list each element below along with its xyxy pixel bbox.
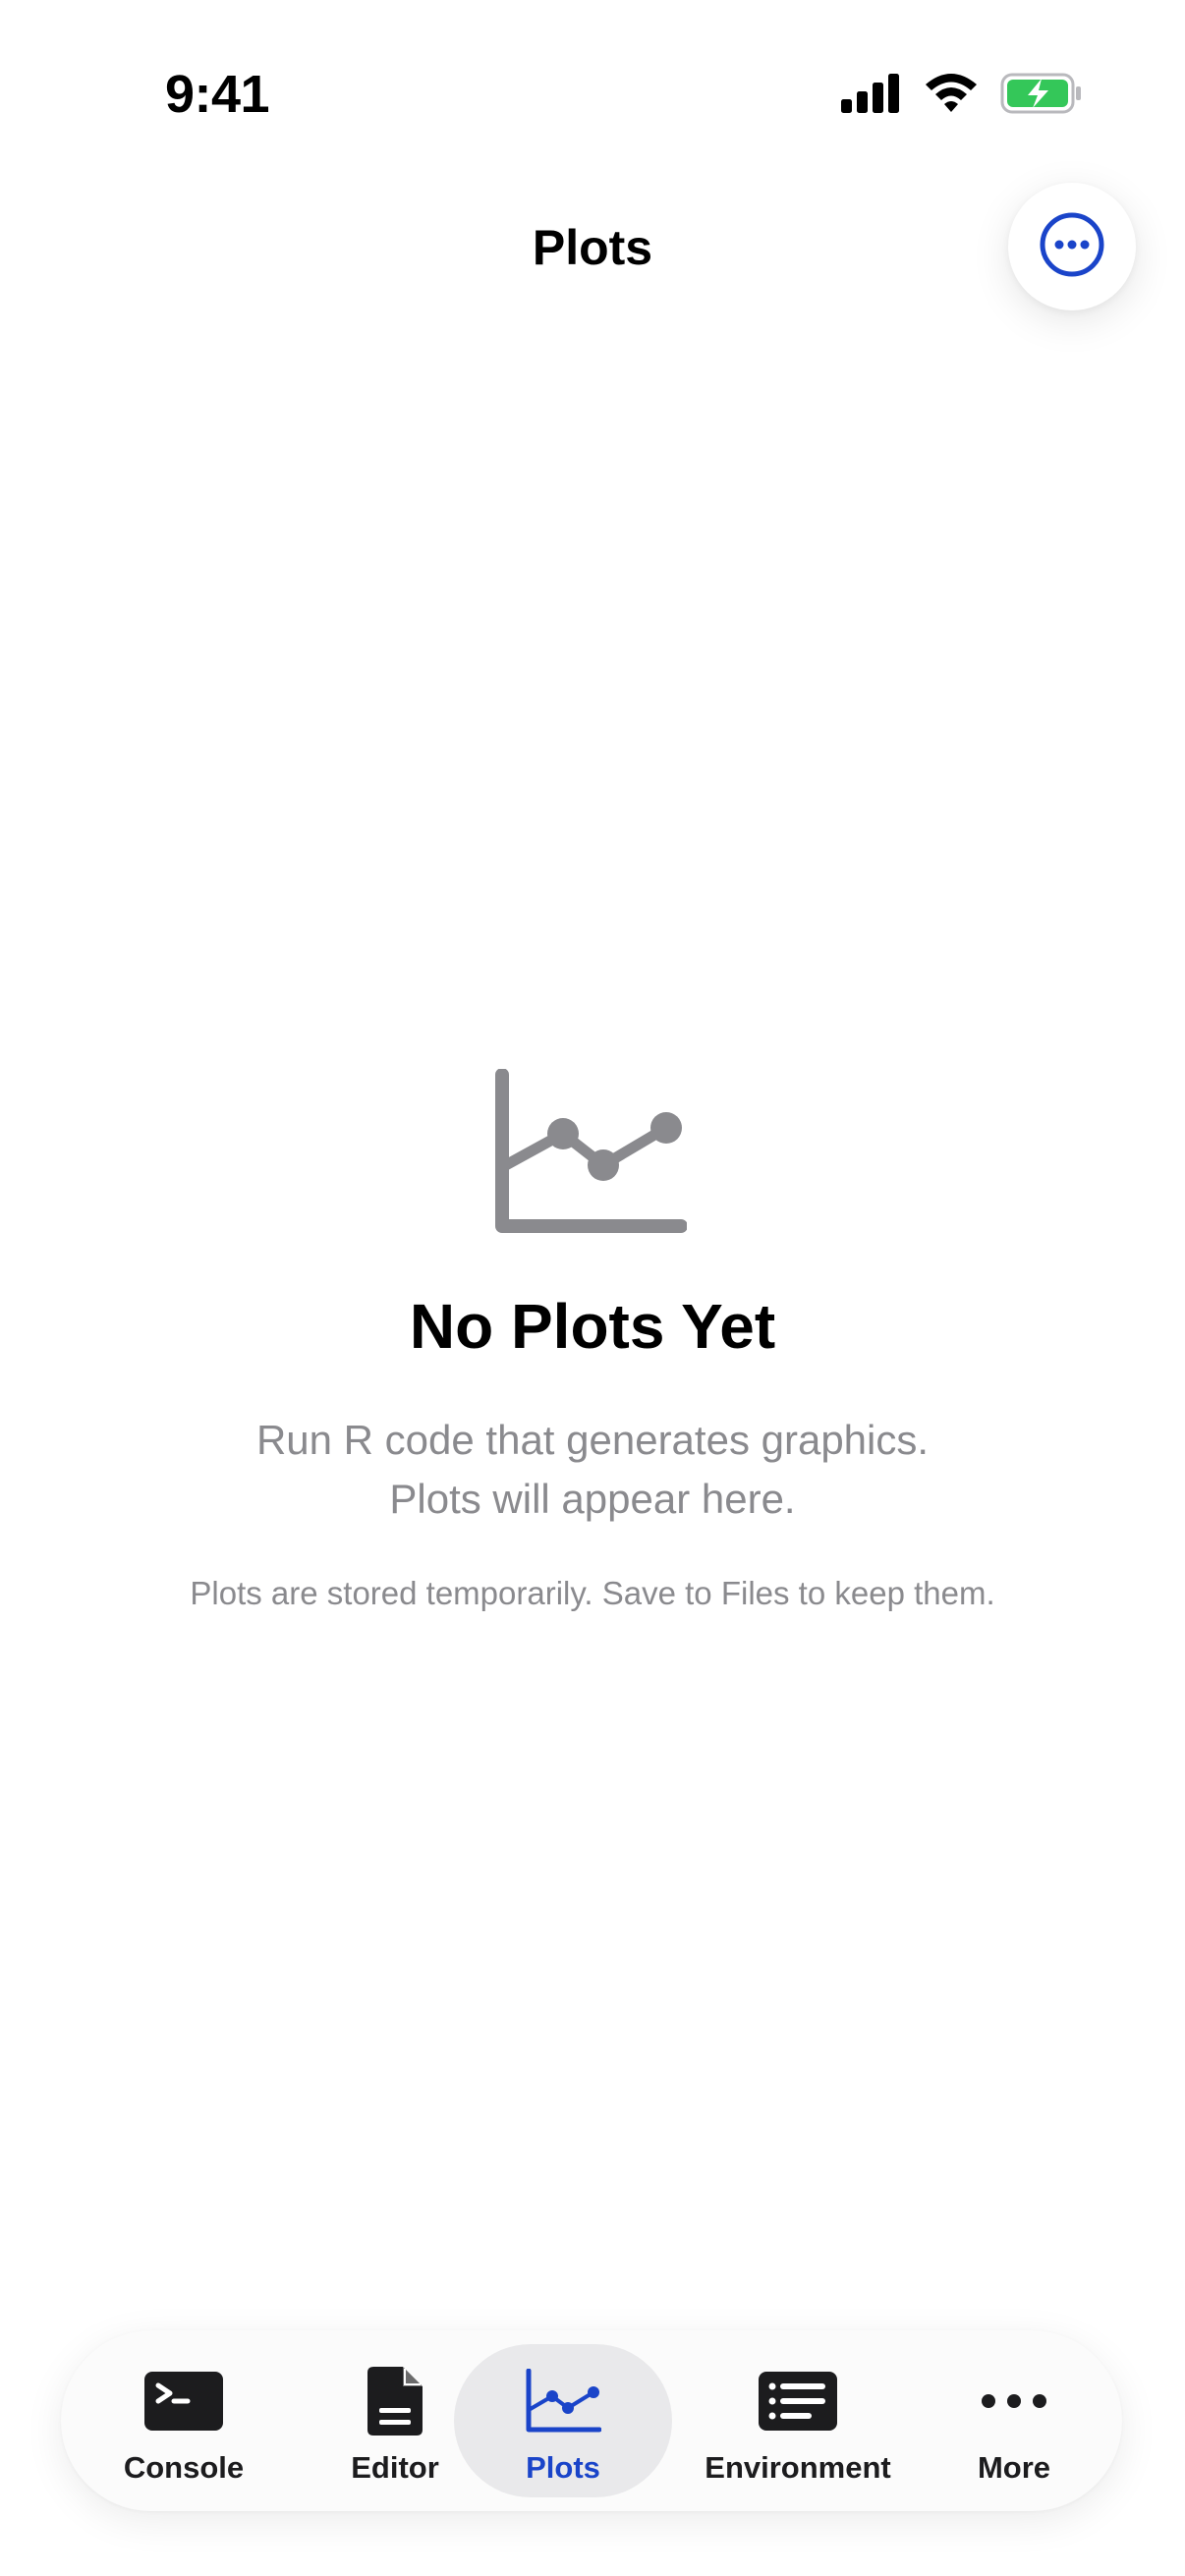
more-options-button[interactable]	[1008, 183, 1136, 310]
ellipsis-circle-icon	[1039, 211, 1105, 283]
status-icons	[841, 73, 1083, 119]
ellipsis-icon	[979, 2391, 1049, 2416]
tab-label: Editor	[351, 2450, 439, 2485]
empty-state-subtitle-line1: Run R code that generates graphics.	[255, 1417, 930, 1463]
wifi-icon	[924, 73, 979, 119]
tab-label: Plots	[526, 2450, 600, 2485]
plots-screen: 9:41 Plots No Plots Yet Run R code that …	[0, 0, 1185, 2576]
empty-state-subtitle-line2: Plots will appear here.	[389, 1476, 796, 1522]
tab-label: Environment	[705, 2450, 891, 2485]
chart-icon	[525, 2368, 602, 2438]
terminal-icon	[142, 2370, 225, 2437]
tab-console[interactable]: Console	[81, 2344, 287, 2497]
empty-state-subtitle: Run R code that generates graphics. Plot…	[118, 1411, 1067, 1529]
empty-state-note: Plots are stored temporarily. Save to Fi…	[190, 1575, 995, 1611]
tab-label: Console	[123, 2450, 245, 2485]
cellular-signal-icon	[841, 74, 902, 118]
tab-bar: Console Editor Plots Environment More	[61, 2330, 1122, 2511]
list-icon	[757, 2370, 839, 2437]
battery-charging-icon	[1000, 73, 1083, 119]
status-time: 9:41	[165, 65, 270, 124]
tab-plots[interactable]: Plots	[454, 2344, 672, 2497]
tab-more[interactable]: More	[926, 2344, 1102, 2497]
empty-state-title: No Plots Yet	[409, 1291, 776, 1362]
document-icon	[366, 2365, 424, 2442]
tab-label: More	[977, 2450, 1051, 2485]
line-chart-icon	[494, 1068, 688, 1234]
tab-environment[interactable]: Environment	[680, 2344, 916, 2497]
